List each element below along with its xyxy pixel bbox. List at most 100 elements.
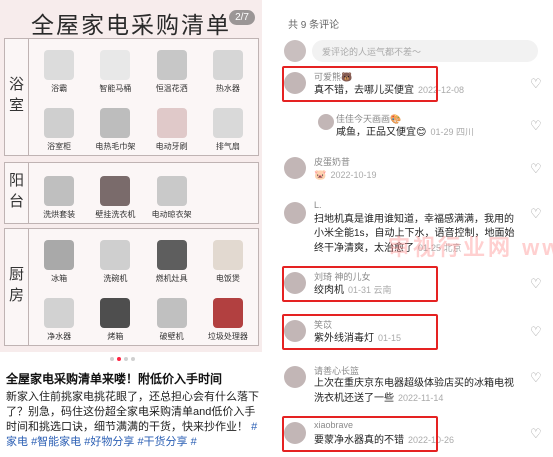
appliance-label: 电热毛巾架 <box>95 142 136 151</box>
section-balcony: 阳台 洗烘套装 壁挂洗衣机 电动晾衣架 <box>4 162 259 224</box>
comment-body: 🐷 <box>314 170 327 181</box>
appliance-image <box>212 50 243 80</box>
hashtag[interactable]: #干货分享 <box>137 436 187 448</box>
appliance-item: 浴室柜 <box>31 97 87 155</box>
appliance-item: 电动晾衣架 <box>144 163 200 223</box>
appliance-item: 智能马桶 <box>87 39 143 97</box>
section-kitchen: 厨房 冰箱 洗碗机 燃机灶具 电饭煲 净水器 烤箱 破壁机 垃圾处理器 <box>4 228 259 346</box>
appliance-label: 电动晾衣架 <box>151 210 192 219</box>
hashtag[interactable]: # <box>191 436 197 448</box>
appliance-label: 烤箱 <box>107 332 124 341</box>
like-icon[interactable]: ♡ <box>530 207 542 220</box>
carousel-dot-active[interactable] <box>117 357 121 361</box>
carousel-dots[interactable] <box>110 357 135 361</box>
reply-bar: 爱评论的人运气都不差～ <box>284 38 538 64</box>
appliance-label: 排气扇 <box>215 142 240 151</box>
appliance-item: 电饭煲 <box>200 229 256 287</box>
avatar[interactable] <box>284 202 306 224</box>
carousel-dot[interactable] <box>110 357 114 361</box>
appliance-item: 壁挂洗衣机 <box>87 163 143 223</box>
avatar <box>284 40 306 62</box>
appliance-image <box>44 108 75 138</box>
like-icon[interactable]: ♡ <box>530 77 542 90</box>
like-icon[interactable]: ♡ <box>530 162 542 175</box>
avatar[interactable] <box>284 157 306 179</box>
like-icon[interactable]: ♡ <box>530 325 542 338</box>
appliance-label: 冰箱 <box>51 274 68 283</box>
page-counter: 2/7 <box>229 10 255 25</box>
appliance-image <box>44 298 75 328</box>
comment-text: 🐷 2022-10-19 <box>314 168 377 183</box>
comment-username[interactable]: L. <box>314 200 322 210</box>
appliance-image <box>44 176 75 206</box>
comment-input[interactable]: 爱评论的人运气都不差～ <box>312 40 538 62</box>
post-panel: 全屋家电采购清单 2/7 浴室 浴霸 智能马桶 恒温花洒 热水器 浴室柜 电热毛… <box>0 0 268 457</box>
appliance-item: 垃圾处理器 <box>200 287 256 345</box>
post-heading: 全屋家电采购清单来喽！附低价入手时间 <box>6 372 223 386</box>
comment-count: 共 9 条评论 <box>288 20 340 31</box>
appliance-image <box>100 108 131 138</box>
carousel-dot[interactable] <box>131 357 135 361</box>
appliance-item: 洗碗机 <box>87 229 143 287</box>
section-label: 浴室 <box>5 39 29 155</box>
comment-username[interactable]: 请善心长篮 <box>314 364 359 377</box>
appliance-item: 电动牙刷 <box>144 97 200 155</box>
section-bathroom: 浴室 浴霸 智能马桶 恒温花洒 热水器 浴室柜 电热毛巾架 电动牙刷 排气扇 <box>4 38 259 156</box>
appliance-image <box>44 50 75 80</box>
hashtag[interactable]: #智能家电 <box>31 436 81 448</box>
comment-username[interactable]: 皮蛋奶昔 <box>314 155 350 168</box>
like-icon[interactable]: ♡ <box>530 371 542 384</box>
comment-body: 咸鱼，正品又便宜😊 <box>336 127 427 138</box>
appliance-item: 浴霸 <box>31 39 87 97</box>
appliance-label: 恒温花洒 <box>155 84 188 93</box>
avatar[interactable] <box>318 114 334 130</box>
appliance-label: 净水器 <box>47 332 72 341</box>
comments-panel: 共 9 条评论 爱评论的人运气都不差～ 可爱熊🐻 真不错，去哪儿买便宜 2022-… <box>278 0 553 457</box>
appliance-image <box>100 176 131 206</box>
appliance-image <box>100 50 131 80</box>
comment-text: 咸鱼，正品又便宜😊 01-29 四川 <box>336 125 474 140</box>
appliance-image <box>212 240 243 270</box>
highlight-box <box>282 314 438 350</box>
appliance-image <box>156 50 187 80</box>
like-icon[interactable]: ♡ <box>530 277 542 290</box>
appliance-label: 热水器 <box>215 84 240 93</box>
appliance-image <box>212 298 243 328</box>
appliance-grid: 浴霸 智能马桶 恒温花洒 热水器 浴室柜 电热毛巾架 电动牙刷 排气扇 <box>31 39 256 155</box>
appliance-label: 壁挂洗衣机 <box>95 210 136 219</box>
appliance-label: 垃圾处理器 <box>207 332 248 341</box>
appliance-label: 洗碗机 <box>103 274 128 283</box>
comment-username[interactable]: 佳佳今天画画🎨 <box>336 112 401 125</box>
appliance-image <box>156 240 187 270</box>
comment-text: 上次在重庆京东电器超级体验店买的冰箱电视洗衣机还送了一些 2022-11-14 <box>314 377 520 406</box>
avatar[interactable] <box>284 366 306 388</box>
appliance-label: 燃机灶具 <box>155 274 188 283</box>
appliance-grid: 冰箱 洗碗机 燃机灶具 电饭煲 净水器 烤箱 破壁机 垃圾处理器 <box>31 229 256 345</box>
appliance-item: 燃机灶具 <box>144 229 200 287</box>
appliance-image <box>156 108 187 138</box>
highlight-box <box>282 266 438 302</box>
section-label: 阳台 <box>5 163 29 223</box>
comment-meta: 01-25 北京 <box>418 243 462 253</box>
hashtag[interactable]: #好物分享 <box>84 436 134 448</box>
appliance-image <box>100 240 131 270</box>
poster-title: 全屋家电采购清单 <box>31 13 231 39</box>
comment-meta: 2022-10-19 <box>330 170 377 180</box>
appliance-label: 破壁机 <box>159 332 184 341</box>
appliance-item: 破壁机 <box>144 287 200 345</box>
like-icon[interactable]: ♡ <box>530 119 542 132</box>
appliance-grid: 洗烘套装 壁挂洗衣机 电动晾衣架 <box>31 163 256 223</box>
appliance-item: 热水器 <box>200 39 256 97</box>
highlight-box <box>282 416 438 452</box>
comment-body: 扫地机真是谁用谁知道，幸福感满满，我用的小米全能1s，自动上下水，语音控制，地面… <box>314 214 515 254</box>
appliance-image <box>44 240 75 270</box>
appliance-label: 智能马桶 <box>99 84 132 93</box>
comment-meta: 2022-11-14 <box>398 393 444 403</box>
like-icon[interactable]: ♡ <box>530 427 542 440</box>
comment-meta: 01-29 四川 <box>430 127 474 137</box>
poster-image[interactable]: 全屋家电采购清单 2/7 浴室 浴霸 智能马桶 恒温花洒 热水器 浴室柜 电热毛… <box>0 0 262 352</box>
carousel-dot[interactable] <box>124 357 128 361</box>
comment-text: 扫地机真是谁用谁知道，幸福感满满，我用的小米全能1s，自动上下水，语音控制，地面… <box>314 213 520 256</box>
appliance-label: 浴霸 <box>51 84 68 93</box>
appliance-item: 洗烘套装 <box>31 163 87 223</box>
